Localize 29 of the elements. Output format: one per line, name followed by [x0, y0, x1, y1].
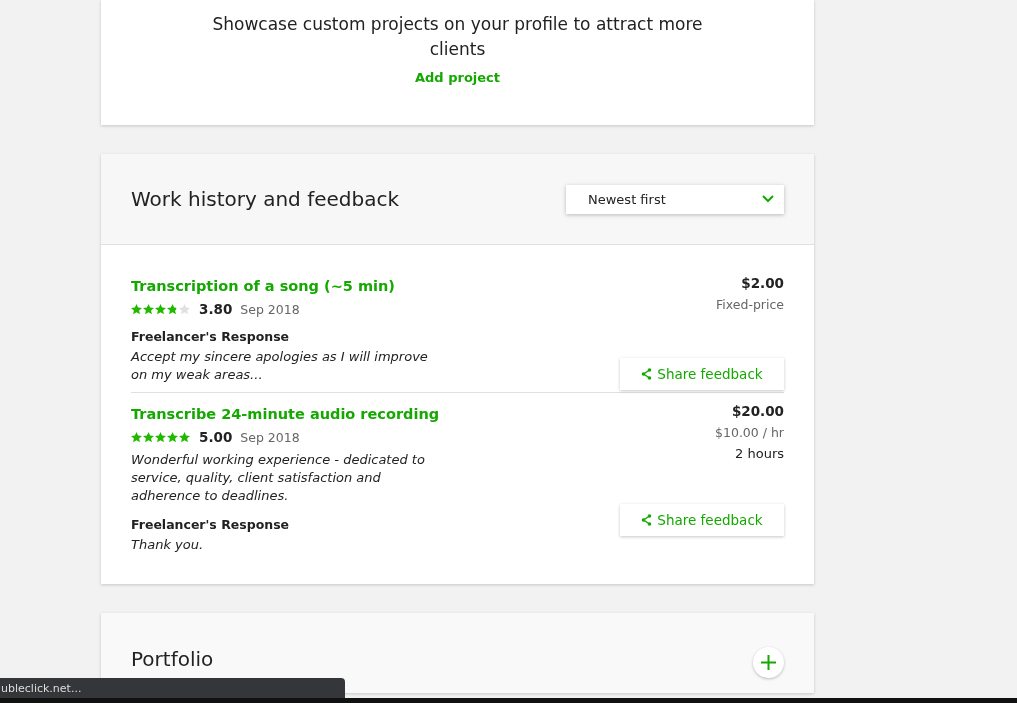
client-feedback: Wonderful working experience - dedicated to service, quality, client satisfaction and adherence to deadlines. — [131, 451, 426, 505]
share-feedback-button[interactable]: Share feedback — [620, 504, 784, 536]
job-date: Sep 2018 — [240, 429, 300, 445]
freelancer-response: Thank you. — [131, 536, 205, 554]
section-title: Work history and feedback — [131, 187, 399, 211]
status-url: ubleclick.net... — [0, 678, 345, 698]
response-label: Freelancer's Response — [131, 329, 291, 344]
job-rate: Fixed-price — [716, 297, 784, 312]
promo-message: Showcase custom projects on your profile to attract more clients — [211, 13, 704, 61]
rating-score: 5.00 — [199, 429, 233, 445]
section-title: Portfolio — [131, 647, 214, 673]
job-amount: $2.00 — [741, 275, 784, 291]
response-label: Freelancer's Response — [131, 517, 291, 532]
job-title-link[interactable]: Transcribe 24-minute audio recording — [131, 403, 443, 425]
job-title-link[interactable]: Transcription of a song (~5 min) — [131, 275, 443, 297]
share-icon — [641, 514, 653, 526]
job-amount: $20.00 — [731, 403, 784, 419]
job-duration: 2 hours — [735, 446, 784, 461]
share-feedback-button[interactable]: Share feedback — [620, 358, 784, 390]
chevron-down-icon — [762, 195, 774, 203]
rating-score: 3.80 — [199, 301, 233, 317]
add-project-link[interactable]: Add project — [414, 70, 500, 85]
share-icon — [641, 368, 653, 380]
plus-icon — [761, 655, 776, 670]
job-date: Sep 2018 — [240, 301, 300, 317]
freelancer-response: Accept my sincere apologies as I will improve on my weak areas... — [131, 348, 429, 384]
job-rate: $10.00 / hr — [715, 425, 784, 440]
sort-dropdown[interactable]: Newest first — [566, 184, 784, 214]
add-button[interactable] — [753, 647, 784, 678]
